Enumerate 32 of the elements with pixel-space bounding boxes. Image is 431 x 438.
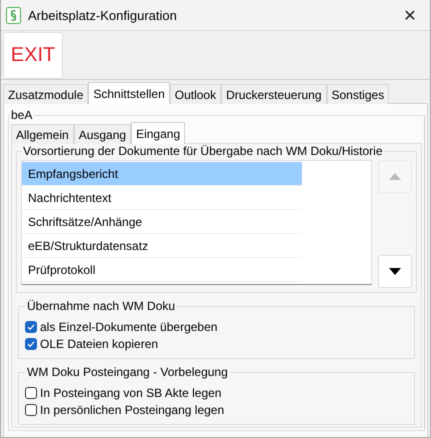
exit-button[interactable]: EXIT <box>3 32 63 79</box>
tab[interactable]: Allgemein <box>11 124 74 144</box>
tab[interactable]: Druckersteuerung <box>221 84 326 104</box>
close-button[interactable]: ✕ <box>390 0 430 30</box>
checkbox-label: OLE Dateien kopieren <box>40 336 158 350</box>
checkbox[interactable] <box>25 338 37 350</box>
group-title: beA <box>10 108 34 122</box>
app-icon <box>6 6 21 24</box>
down-triangle-icon <box>389 268 401 275</box>
checkbox-label: In persönlichen Posteingang legen <box>40 402 224 416</box>
list-item[interactable]: eEB/Strukturdatensatz <box>22 234 302 258</box>
list-item[interactable]: Nachrichtentext <box>22 186 302 210</box>
tab[interactable]: Schnittstellen <box>88 82 170 104</box>
checkbox[interactable] <box>25 404 37 416</box>
checkbox[interactable] <box>25 320 37 332</box>
checkbox-label: als Einzel-Dokumente übergeben <box>40 320 218 334</box>
group-title: WM Doku Posteingang - Vorbelegung <box>26 365 229 379</box>
list-item[interactable]: Empfangsbericht <box>22 162 302 186</box>
tab[interactable]: Ausgang <box>74 124 132 144</box>
checkbox-label: In Posteingang von SB Akte legen <box>40 386 222 400</box>
move-down-button[interactable] <box>378 255 412 288</box>
tab[interactable]: Outlook <box>170 84 222 104</box>
up-triangle-icon <box>389 173 401 180</box>
list-item[interactable]: Schriftsätze/Anhänge <box>22 210 302 234</box>
list-item[interactable]: Prüfprotokoll <box>22 258 302 282</box>
tab[interactable]: Eingang <box>131 122 186 144</box>
group-title: Vorsortierung der Dokumente für Übergabe nach WM Doku/Historie <box>22 144 384 158</box>
window-title: Arbeitsplatz-Konfiguration <box>28 8 178 22</box>
tab[interactable]: Sonstiges <box>326 84 390 104</box>
group-title: Übernahme nach WM Doku <box>26 299 176 313</box>
tab[interactable]: Zusatzmodule <box>3 84 88 104</box>
checkbox[interactable] <box>25 386 37 398</box>
